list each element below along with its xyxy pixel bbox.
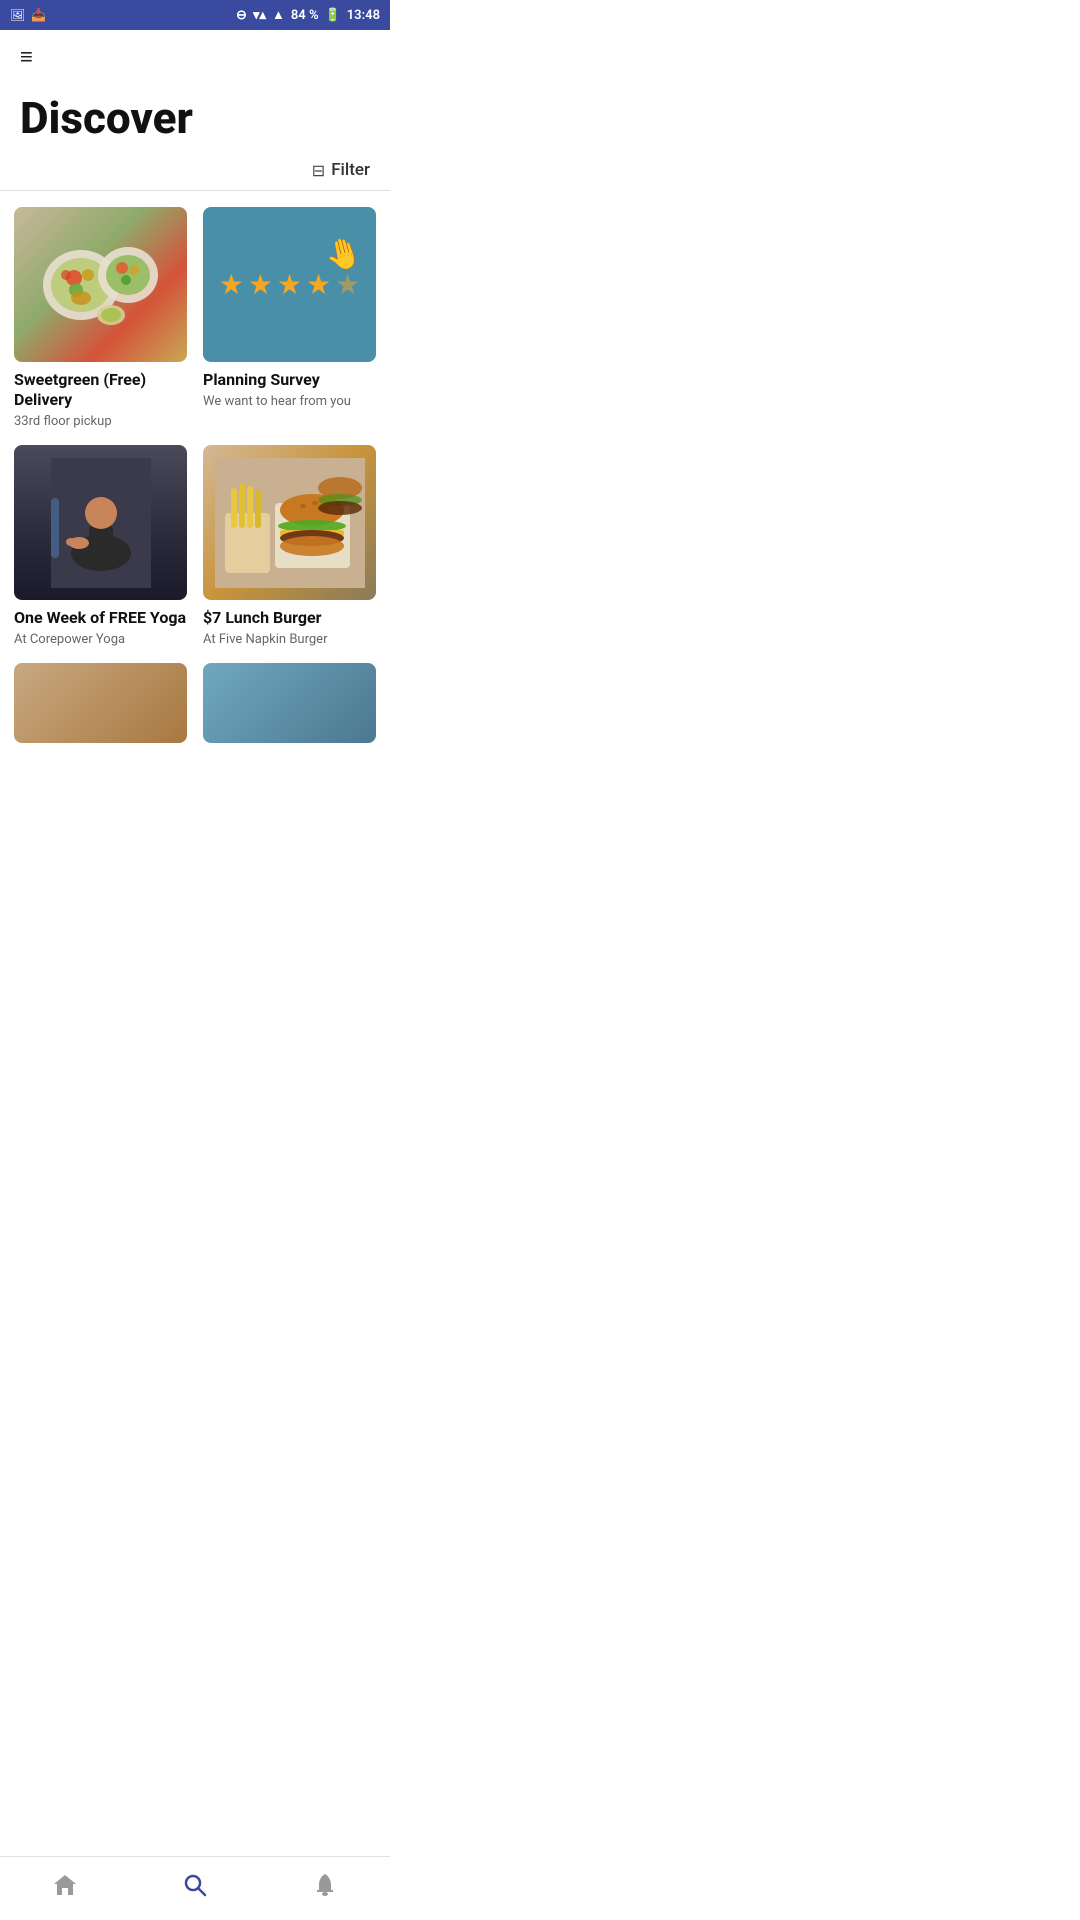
card-title-survey: Planning Survey	[203, 370, 376, 390]
burger-image	[203, 445, 376, 600]
card-image-sweetgreen	[14, 207, 187, 362]
star-2: ★	[248, 268, 273, 301]
salad-image	[14, 207, 187, 362]
filter-icon: ⊟	[312, 161, 325, 180]
battery-icon: 🔋	[325, 8, 341, 23]
wifi-icon: ▾▴	[253, 8, 266, 23]
card-title-yoga: One Week of FREE Yoga	[14, 608, 187, 628]
status-bar: 🖼 📥 ⊖ ▾▴ ▲ 84 % 🔋 13:48	[0, 0, 390, 30]
clock: 13:48	[347, 8, 380, 23]
star-4: ★	[306, 268, 331, 301]
card-subtitle-yoga: At Corepower Yoga	[14, 632, 187, 647]
card-subtitle-burger: At Five Napkin Burger	[203, 632, 376, 647]
card-subtitle-sweetgreen: 33rd floor pickup	[14, 414, 187, 429]
network-icon: ▲	[272, 7, 285, 23]
search-icon	[181, 1871, 209, 1906]
partial-row	[0, 663, 390, 823]
filter-button[interactable]: ⊟ Filter	[312, 160, 370, 180]
nav-home[interactable]	[0, 1871, 130, 1906]
minus-icon: ⊖	[236, 8, 247, 23]
card-title-sweetgreen: Sweetgreen (Free) Delivery	[14, 370, 187, 410]
card-subtitle-survey: We want to hear from you	[203, 394, 376, 409]
card-image-yoga	[14, 445, 187, 600]
card-title-burger: $7 Lunch Burger	[203, 608, 376, 628]
partial-card-left	[14, 663, 187, 743]
card-grid: Sweetgreen (Free) Delivery 33rd floor pi…	[0, 191, 390, 663]
card-image-survey: ★ ★ ★ ★ ★ 🤚	[203, 207, 376, 362]
survey-image: ★ ★ ★ ★ ★ 🤚	[203, 207, 376, 362]
star-1: ★	[219, 268, 244, 301]
photo-icon: 🖼	[10, 8, 25, 22]
status-right: ⊖ ▾▴ ▲ 84 % 🔋 13:48	[236, 7, 380, 23]
star-3: ★	[277, 268, 302, 301]
nav-search[interactable]	[130, 1871, 260, 1906]
card-sweetgreen[interactable]: Sweetgreen (Free) Delivery 33rd floor pi…	[14, 207, 187, 429]
bottom-nav	[0, 1856, 390, 1920]
nav-notifications[interactable]	[260, 1871, 390, 1906]
partial-card-right	[203, 663, 376, 743]
battery-text: 84 %	[291, 8, 319, 23]
card-planning-survey[interactable]: ★ ★ ★ ★ ★ 🤚 Planning Survey We want to h…	[203, 207, 376, 429]
card-yoga[interactable]: One Week of FREE Yoga At Corepower Yoga	[14, 445, 187, 647]
filter-row: ⊟ Filter	[0, 152, 390, 190]
bell-icon	[311, 1871, 339, 1906]
filter-label: Filter	[331, 160, 370, 180]
download-icon: 📥	[31, 8, 46, 22]
yoga-image	[14, 445, 187, 600]
menu-icon[interactable]: ≡	[20, 44, 33, 70]
header: ≡	[0, 30, 390, 76]
home-icon	[51, 1871, 79, 1906]
status-left: 🖼 📥	[10, 8, 46, 22]
page-title: Discover	[20, 94, 370, 142]
card-burger[interactable]: $7 Lunch Burger At Five Napkin Burger	[203, 445, 376, 647]
page-title-section: Discover	[0, 76, 390, 152]
card-image-burger	[203, 445, 376, 600]
